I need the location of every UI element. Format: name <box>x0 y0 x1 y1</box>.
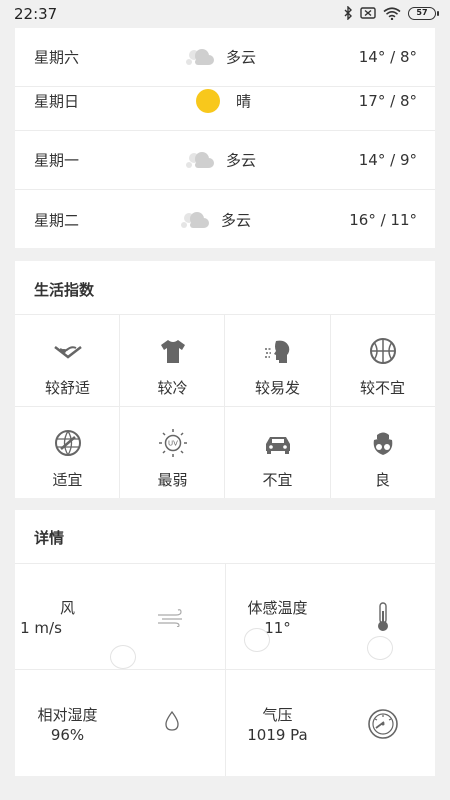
wifi-icon <box>383 6 401 20</box>
status-time: 22:37 <box>14 5 58 23</box>
air-quality-icon <box>373 432 392 455</box>
forecast-temp: 16° / 11° <box>349 210 417 229</box>
forecast-card: 星期六 多云 14° / 8° 星期日 晴 17° / 8° 星期一 多云 14… <box>15 28 435 248</box>
life-index-label: 较易发 <box>254 379 300 397</box>
forecast-row[interactable]: 星期一 多云 14° / 9° <box>15 131 435 190</box>
detail-item-humidity[interactable]: 相对湿度 96% <box>15 670 225 776</box>
life-index-item[interactable]: 较不宜 <box>330 315 435 406</box>
decorative-circle <box>367 636 393 660</box>
detail-value: 96% <box>50 726 85 744</box>
life-index-item[interactable]: 较舒适 <box>15 315 120 406</box>
decorative-circle <box>110 645 136 669</box>
forecast-day: 星期二 <box>34 211 80 229</box>
forecast-row[interactable]: 星期二 多云 16° / 11° <box>15 190 435 249</box>
cloudy-icon <box>186 152 214 168</box>
forecast-day: 星期一 <box>34 151 80 170</box>
details-card: 详情 风 1 m/s 体感温度 11° 相对湿度 96% 气压 1019 Pa <box>15 510 435 776</box>
details-title: 详情 <box>34 529 65 547</box>
life-index-item[interactable]: UV 最弱 <box>120 407 225 498</box>
life-index-label: 较冷 <box>157 379 188 397</box>
bluetooth-icon <box>344 6 352 20</box>
status-bar: 22:37 57 <box>0 0 450 28</box>
life-index-item[interactable]: 良 <box>330 407 435 498</box>
life-index-label: 不宜 <box>262 471 293 489</box>
forecast-condition: 多云 <box>221 211 252 229</box>
detail-name: 体感温度 <box>247 599 308 617</box>
forecast-row[interactable]: 星期日 晴 17° / 8° <box>15 71 435 131</box>
detail-value: 11° <box>264 619 291 637</box>
wind-icon <box>158 609 182 627</box>
thermometer-icon <box>378 602 388 631</box>
life-index-item[interactable]: 适宜 <box>15 407 120 498</box>
battery-icon: 57 <box>408 6 439 20</box>
detail-item-feels-like[interactable]: 体感温度 11° <box>225 564 435 670</box>
decorative-circle <box>244 628 270 652</box>
life-index-item[interactable]: 较冷 <box>120 315 225 406</box>
uv-icon: UV <box>158 429 187 457</box>
forecast-condition: 晴 <box>236 92 252 110</box>
forecast-condition: 多云 <box>226 151 257 170</box>
detail-name: 气压 <box>262 706 293 724</box>
sports-icon <box>369 338 396 364</box>
life-index-label: 最弱 <box>157 471 188 489</box>
comfort-icon <box>53 346 82 359</box>
life-index-item[interactable]: 较易发 <box>225 315 330 406</box>
forecast-day: 星期六 <box>34 48 80 67</box>
cloudy-icon <box>181 211 209 228</box>
svg-text:UV: UV <box>168 440 178 448</box>
detail-name: 相对湿度 <box>37 706 98 724</box>
forecast-temp: 14° / 8° <box>358 48 417 66</box>
detail-value: 1 m/s <box>20 619 62 637</box>
life-index-label: 较不宜 <box>359 379 405 397</box>
detail-item-wind[interactable]: 风 1 m/s <box>15 564 225 670</box>
car-wash-icon <box>265 437 290 454</box>
forecast-temp: 14° / 9° <box>358 151 417 169</box>
life-index-title: 生活指数 <box>34 281 95 299</box>
sunny-icon <box>196 88 220 113</box>
detail-value: 1019 Pa <box>247 726 308 744</box>
humidity-icon <box>165 710 179 731</box>
cloudy-icon <box>186 49 214 65</box>
detail-name: 风 <box>59 599 75 617</box>
forecast-condition: 多云 <box>226 48 257 67</box>
life-index-item[interactable]: 不宜 <box>225 407 330 498</box>
travel-icon <box>54 430 81 456</box>
sim-off-icon <box>360 7 376 19</box>
life-index-label: 良 <box>374 471 390 489</box>
pressure-gauge-icon <box>368 709 398 739</box>
forecast-day: 星期日 <box>34 92 80 110</box>
forecast-temp: 17° / 8° <box>358 91 417 110</box>
status-icons: 57 <box>344 6 439 20</box>
detail-item-pressure[interactable]: 气压 1019 Pa <box>225 670 435 776</box>
life-index-label: 适宜 <box>52 471 83 489</box>
life-index-label: 较舒适 <box>44 379 90 397</box>
cold-illness-icon <box>264 340 289 363</box>
life-index-card: 生活指数 较舒适 较冷 较易发 较不宜 适宜 UV 最弱 不宜 良 <box>15 261 435 498</box>
clothing-icon <box>160 340 185 363</box>
